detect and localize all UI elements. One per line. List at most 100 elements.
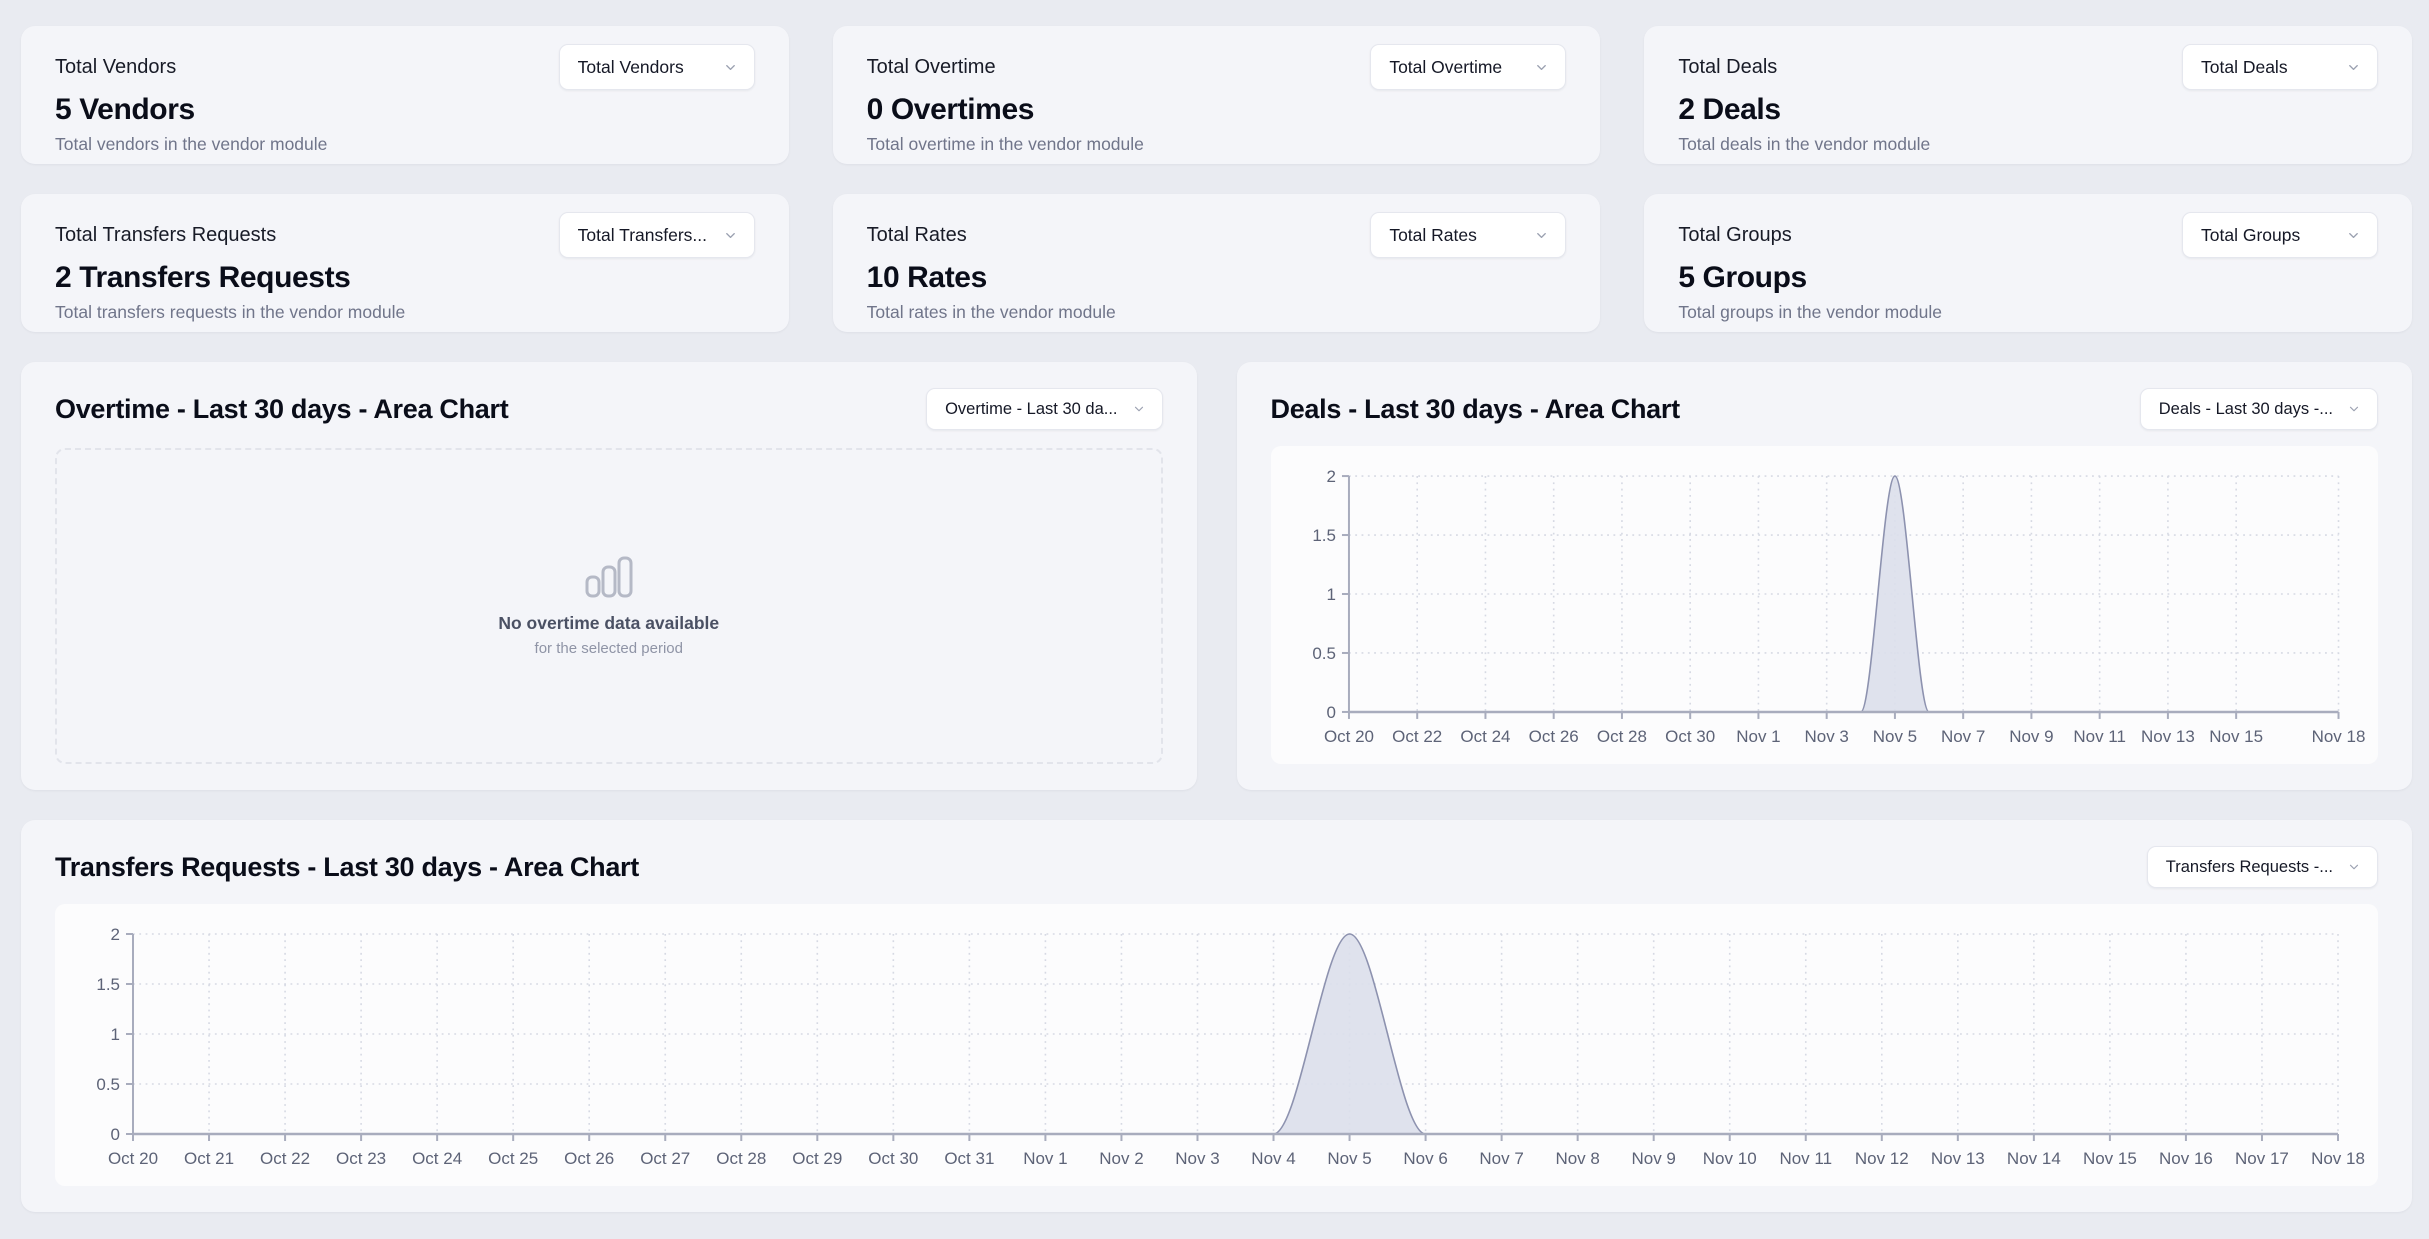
dropdown-value: Deals - Last 30 days -...	[2159, 400, 2333, 419]
svg-text:Oct 22: Oct 22	[1392, 727, 1442, 746]
deals-area-chart: 00.511.52Oct 20Oct 22Oct 24Oct 26Oct 28O…	[1271, 446, 2379, 764]
overtime-empty-state: No overtime data available for the selec…	[55, 448, 1163, 764]
svg-text:Oct 20: Oct 20	[108, 1149, 158, 1168]
total-vendors-dropdown[interactable]: Total Vendors	[559, 44, 755, 90]
stat-value: 2 Transfers Requests	[55, 261, 755, 295]
svg-text:1: 1	[1326, 585, 1335, 604]
svg-text:Oct 24: Oct 24	[412, 1149, 462, 1168]
total-transfers-dropdown[interactable]: Total Transfers...	[559, 212, 755, 258]
svg-text:Nov 1: Nov 1	[1023, 1149, 1067, 1168]
overtime-chart-card: Overtime - Last 30 days - Area Chart Ove…	[21, 362, 1197, 790]
svg-text:2: 2	[1326, 467, 1335, 486]
svg-text:Nov 13: Nov 13	[2140, 727, 2194, 746]
svg-text:Oct 29: Oct 29	[792, 1149, 842, 1168]
stat-value: 0 Overtimes	[867, 93, 1567, 127]
chevron-down-icon	[2346, 228, 2361, 243]
svg-text:0.5: 0.5	[96, 1075, 120, 1094]
empty-state-title: No overtime data available	[498, 613, 719, 634]
svg-text:Nov 18: Nov 18	[2311, 727, 2365, 746]
svg-text:0: 0	[1326, 703, 1335, 722]
stat-description: Total groups in the vendor module	[1678, 302, 2378, 323]
dropdown-value: Total Rates	[1389, 225, 1477, 246]
stat-title: Total Vendors	[55, 56, 176, 79]
svg-text:Nov 9: Nov 9	[2009, 727, 2053, 746]
svg-text:Nov 3: Nov 3	[1175, 1149, 1219, 1168]
svg-text:Oct 24: Oct 24	[1460, 727, 1510, 746]
chevron-down-icon	[1132, 402, 1146, 416]
dashboard-page: Total Vendors Total Vendors 5 Vendors To…	[0, 0, 2429, 1232]
svg-text:Oct 26: Oct 26	[1528, 727, 1578, 746]
svg-text:1.5: 1.5	[96, 975, 120, 994]
chevron-down-icon	[723, 60, 738, 75]
chevron-down-icon	[1534, 60, 1549, 75]
svg-text:Oct 28: Oct 28	[1596, 727, 1646, 746]
transfers-chart-card: Transfers Requests - Last 30 days - Area…	[21, 820, 2412, 1212]
svg-text:Nov 13: Nov 13	[1931, 1149, 1985, 1168]
total-deals-dropdown[interactable]: Total Deals	[2182, 44, 2378, 90]
svg-text:Nov 10: Nov 10	[1703, 1149, 1757, 1168]
stat-value: 5 Vendors	[55, 93, 755, 127]
stat-description: Total vendors in the vendor module	[55, 134, 755, 155]
chevron-down-icon	[2347, 402, 2361, 416]
stat-card-total-overtime: Total Overtime Total Overtime 0 Overtime…	[833, 26, 1601, 164]
chevron-down-icon	[2347, 860, 2361, 874]
svg-text:Nov 3: Nov 3	[1804, 727, 1848, 746]
deals-chart-dropdown[interactable]: Deals - Last 30 days -...	[2140, 388, 2378, 430]
svg-text:Nov 16: Nov 16	[2159, 1149, 2213, 1168]
svg-text:Nov 1: Nov 1	[1736, 727, 1780, 746]
stat-title: Total Overtime	[867, 56, 996, 79]
chart-title: Transfers Requests - Last 30 days - Area…	[55, 852, 639, 883]
svg-text:Nov 7: Nov 7	[1940, 727, 1984, 746]
stat-card-total-rates: Total Rates Total Rates 10 Rates Total r…	[833, 194, 1601, 332]
svg-text:Nov 11: Nov 11	[1779, 1149, 1832, 1168]
dropdown-value: Total Vendors	[578, 57, 684, 78]
svg-text:Nov 18: Nov 18	[2311, 1149, 2365, 1168]
dropdown-value: Total Overtime	[1389, 57, 1502, 78]
chevron-down-icon	[1534, 228, 1549, 243]
overtime-chart-dropdown[interactable]: Overtime - Last 30 da...	[926, 388, 1162, 430]
svg-text:Nov 2: Nov 2	[1099, 1149, 1143, 1168]
svg-text:Nov 11: Nov 11	[2073, 727, 2126, 746]
stat-card-total-deals: Total Deals Total Deals 2 Deals Total de…	[1644, 26, 2412, 164]
svg-text:Oct 28: Oct 28	[716, 1149, 766, 1168]
stat-description: Total transfers requests in the vendor m…	[55, 302, 755, 323]
stat-value: 2 Deals	[1678, 93, 2378, 127]
svg-text:Oct 22: Oct 22	[260, 1149, 310, 1168]
svg-text:Nov 14: Nov 14	[2007, 1149, 2061, 1168]
stat-title: Total Transfers Requests	[55, 224, 276, 247]
dropdown-value: Overtime - Last 30 da...	[945, 400, 1117, 419]
svg-text:Oct 27: Oct 27	[640, 1149, 690, 1168]
total-overtime-dropdown[interactable]: Total Overtime	[1370, 44, 1566, 90]
stat-value: 10 Rates	[867, 261, 1567, 295]
stat-title: Total Rates	[867, 224, 967, 247]
svg-text:Oct 21: Oct 21	[184, 1149, 234, 1168]
svg-text:Nov 17: Nov 17	[2235, 1149, 2289, 1168]
stat-description: Total deals in the vendor module	[1678, 134, 2378, 155]
stat-card-total-transfers-requests: Total Transfers Requests Total Transfers…	[21, 194, 789, 332]
svg-text:0.5: 0.5	[1312, 644, 1336, 663]
svg-text:Oct 25: Oct 25	[488, 1149, 538, 1168]
svg-text:Oct 26: Oct 26	[564, 1149, 614, 1168]
transfers-chart-dropdown[interactable]: Transfers Requests -...	[2147, 846, 2378, 888]
total-groups-dropdown[interactable]: Total Groups	[2182, 212, 2378, 258]
svg-text:Oct 30: Oct 30	[1665, 727, 1715, 746]
svg-text:2: 2	[111, 925, 120, 944]
empty-state-subtitle: for the selected period	[535, 640, 683, 657]
svg-text:0: 0	[111, 1125, 120, 1144]
deals-chart-card: Deals - Last 30 days - Area Chart Deals …	[1237, 362, 2413, 790]
chart-title: Deals - Last 30 days - Area Chart	[1271, 394, 1680, 425]
bar-chart-icon	[584, 555, 634, 599]
stats-grid: Total Vendors Total Vendors 5 Vendors To…	[21, 26, 2412, 332]
dropdown-value: Total Deals	[2201, 57, 2288, 78]
stat-title: Total Deals	[1678, 56, 1777, 79]
chevron-down-icon	[723, 228, 738, 243]
svg-text:Nov 12: Nov 12	[1855, 1149, 1909, 1168]
svg-text:Nov 7: Nov 7	[1479, 1149, 1523, 1168]
total-rates-dropdown[interactable]: Total Rates	[1370, 212, 1566, 258]
stat-description: Total rates in the vendor module	[867, 302, 1567, 323]
svg-text:Nov 15: Nov 15	[2083, 1149, 2137, 1168]
stat-value: 5 Groups	[1678, 261, 2378, 295]
dropdown-value: Total Transfers...	[578, 225, 707, 246]
svg-text:1: 1	[111, 1025, 120, 1044]
svg-text:Nov 4: Nov 4	[1251, 1149, 1295, 1168]
